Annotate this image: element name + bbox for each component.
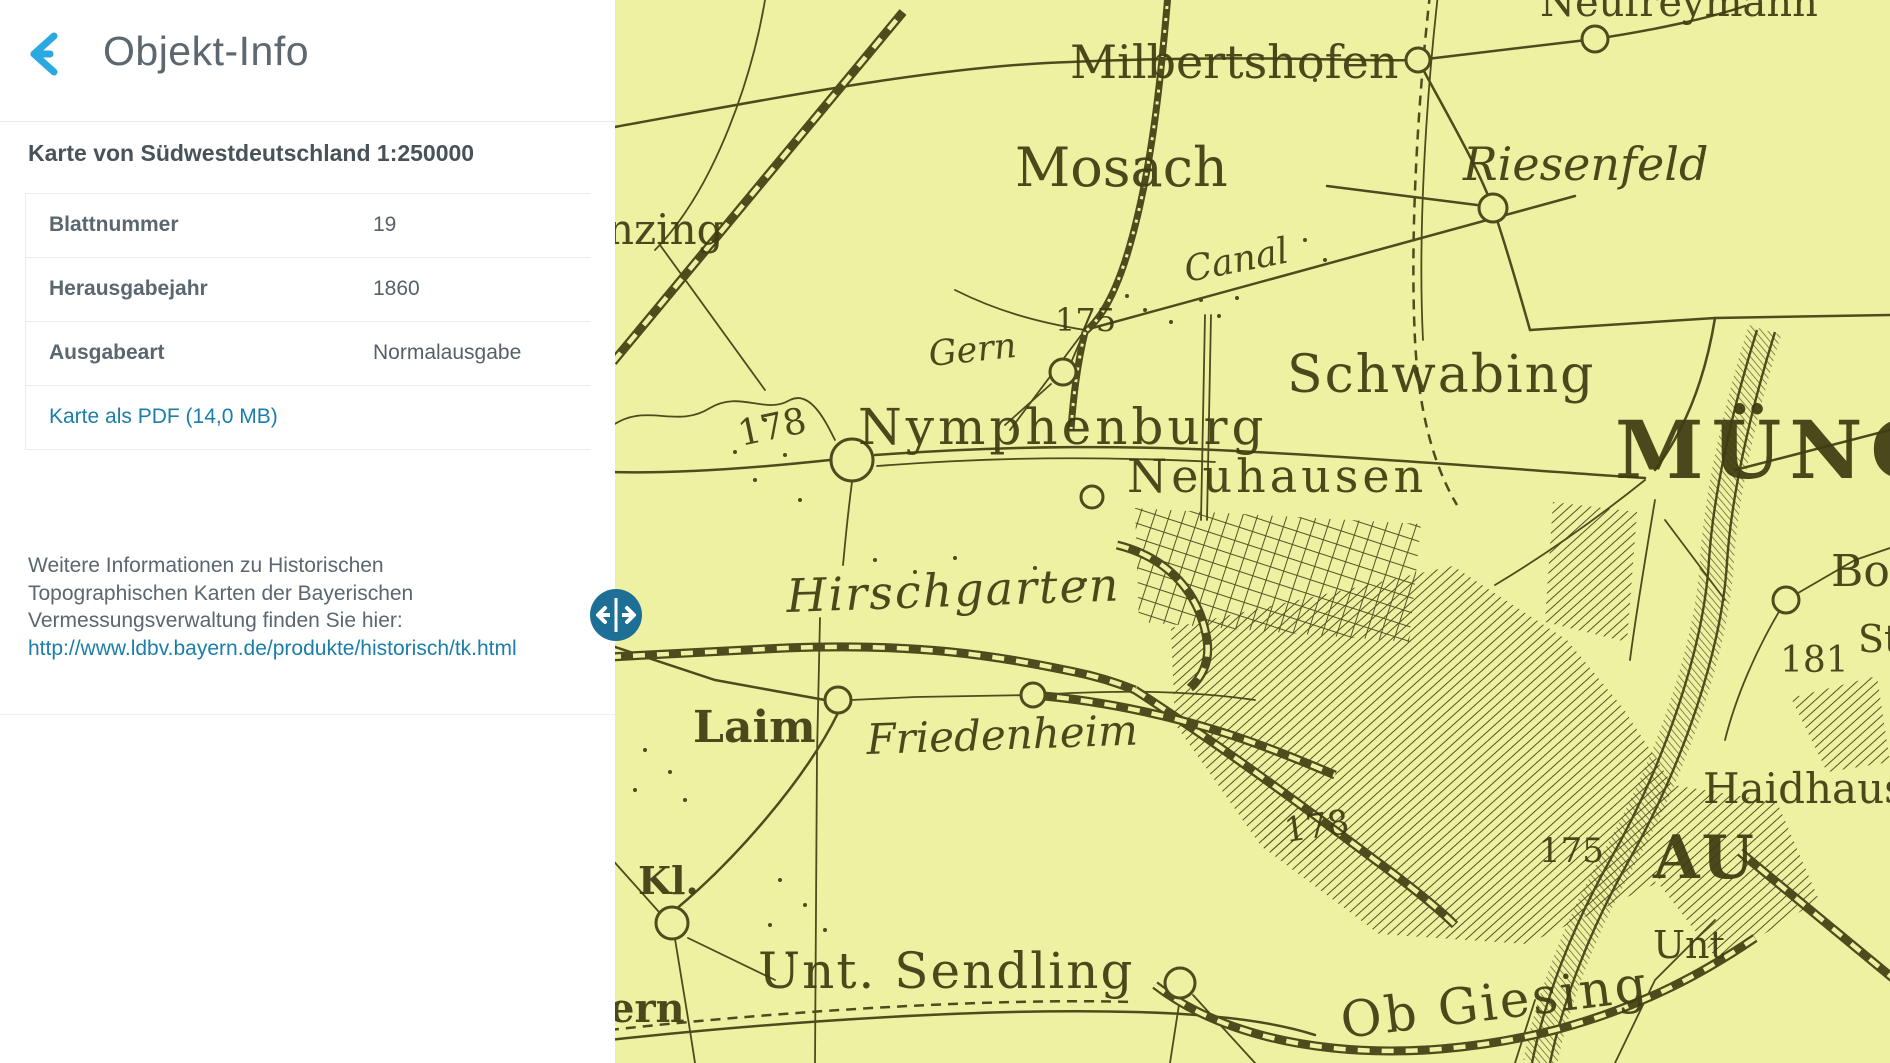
label-haidhausen: Haidhausen bbox=[1703, 764, 1890, 813]
info-text: Weitere Informationen zu Historischen To… bbox=[28, 554, 413, 632]
label-unt-sendling: Unt. Sendling bbox=[758, 942, 1134, 1000]
label-elevation-175-north: 175 bbox=[1055, 301, 1116, 339]
panel-resize-handle[interactable] bbox=[590, 589, 642, 641]
table-row: Herausgabejahr 1860 bbox=[26, 258, 591, 322]
back-button[interactable] bbox=[24, 28, 76, 80]
historical-map-canvas[interactable]: Neufreymann Milbertshofen Mosach Riesenf… bbox=[615, 0, 1890, 1063]
label-friedenheim: Friedenheim bbox=[865, 706, 1139, 764]
label-elevation-175-city: 175 bbox=[1539, 831, 1604, 871]
resize-horizontal-icon bbox=[590, 589, 642, 641]
object-info-panel: Objekt-Info Karte von Südwestdeutschland… bbox=[0, 0, 615, 1063]
row-value: Normalausgabe bbox=[373, 341, 521, 365]
label-schwabing: Schwabing bbox=[1287, 345, 1595, 405]
row-label: Blattnummer bbox=[49, 213, 179, 237]
row-label: Herausgabejahr bbox=[49, 277, 208, 301]
label-laim: Laim bbox=[693, 702, 816, 753]
label-bo-fragment: Bo bbox=[1831, 546, 1890, 597]
label-nymphenburg: Nymphenburg bbox=[858, 398, 1268, 456]
table-row: Karte als PDF (14,0 MB) bbox=[26, 386, 591, 450]
panel-divider bbox=[0, 714, 615, 715]
object-info-table: Blattnummer 19 Herausgabejahr 1860 Ausga… bbox=[25, 193, 591, 450]
label-neuhausen: Neuhausen bbox=[1127, 449, 1427, 503]
label-mosach: Mosach bbox=[1015, 136, 1228, 199]
map-viewer-app: Objekt-Info Karte von Südwestdeutschland… bbox=[0, 0, 1890, 1063]
label-milbertshofen: Milbertshofen bbox=[1070, 35, 1398, 89]
label-unt-fragment: Unt bbox=[1653, 923, 1725, 967]
historical-map-svg: Neufreymann Milbertshofen Mosach Riesenf… bbox=[615, 0, 1890, 1063]
label-au: AU bbox=[1652, 823, 1756, 893]
row-label: Ausgabeart bbox=[49, 341, 165, 365]
label-elevation-181: 181 bbox=[1780, 640, 1849, 681]
panel-header: Objekt-Info bbox=[0, 0, 615, 122]
label-riesenfeld: Riesenfeld bbox=[1462, 137, 1708, 191]
label-nzing-fragment: nzing bbox=[615, 205, 724, 254]
pdf-download-link[interactable]: Karte als PDF (14,0 MB) bbox=[49, 405, 278, 429]
label-neufreymann: Neufreymann bbox=[1540, 0, 1818, 26]
object-heading: Karte von Südwestdeutschland 1:250000 bbox=[28, 140, 474, 167]
label-kl: Kl. bbox=[638, 858, 699, 903]
table-row: Blattnummer 19 bbox=[26, 194, 591, 258]
row-value: 19 bbox=[373, 213, 396, 237]
row-value: 1860 bbox=[373, 277, 420, 301]
arrow-left-icon bbox=[24, 28, 76, 80]
table-row: Ausgabeart Normalausgabe bbox=[26, 322, 591, 386]
label-st-fragment: St bbox=[1858, 617, 1890, 661]
label-ern-fragment: ern bbox=[615, 985, 685, 1032]
info-url-link[interactable]: http://www.ldbv.bayern.de/produkte/histo… bbox=[28, 637, 517, 660]
info-paragraph: Weitere Informationen zu Historischen To… bbox=[28, 552, 533, 662]
page-title: Objekt-Info bbox=[103, 28, 309, 75]
label-muenchen: MÜNC bbox=[1615, 402, 1890, 497]
